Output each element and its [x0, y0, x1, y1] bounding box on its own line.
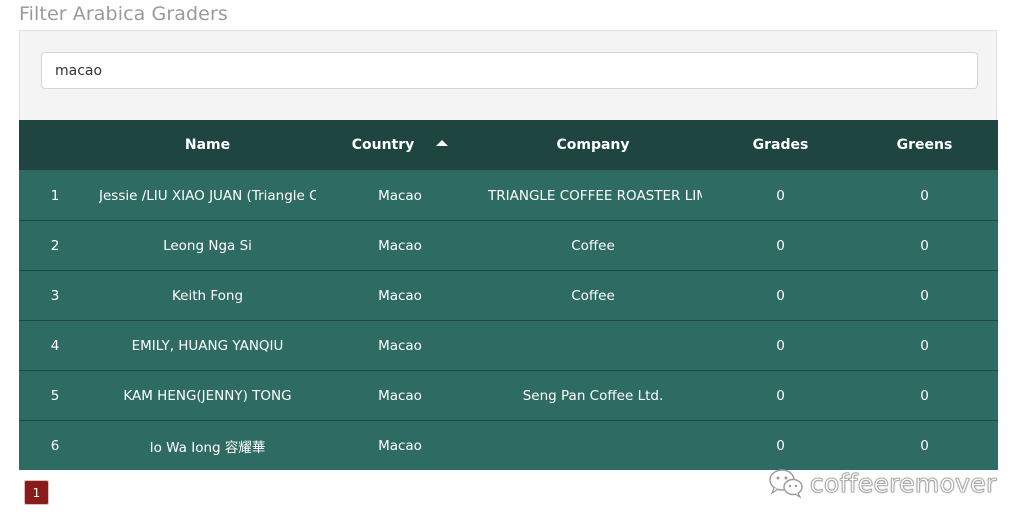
row-number: 1	[19, 170, 91, 221]
grader-company: Coffee	[476, 220, 710, 271]
column-header-grades-label: Grades	[752, 137, 809, 153]
grader-name[interactable]: KAM HENG(JENNY) TONG	[91, 370, 324, 421]
column-header-company-label: Company	[556, 137, 630, 153]
grader-greens: 0	[851, 220, 998, 271]
grader-name[interactable]: Keith Fong	[91, 270, 324, 321]
grader-country: Macao	[324, 270, 476, 321]
grader-country: Macao	[324, 370, 476, 421]
row-number: 4	[19, 320, 91, 371]
pagination: 1	[24, 480, 49, 505]
grader-company: TRIANGLE COFFEE ROASTER LIMITED	[476, 170, 710, 221]
filter-title: Filter Arabica Graders	[19, 3, 228, 25]
grader-country: Macao	[324, 170, 476, 221]
table-row[interactable]: 1 Jessie /LIU XIAO JUAN (Triangle Coffee…	[19, 170, 998, 221]
grader-grades: 0	[710, 420, 851, 470]
column-header-name[interactable]: Name	[91, 120, 324, 171]
grader-name[interactable]: Jessie /LIU XIAO JUAN (Triangle Coffee R…	[91, 170, 324, 221]
grader-greens: 0	[851, 320, 998, 371]
grader-name-text: Jessie /LIU XIAO JUAN (Triangle Coffee R…	[99, 187, 316, 204]
search-input[interactable]	[41, 52, 978, 89]
grader-company-text: TRIANGLE COFFEE ROASTER LIMITED	[488, 187, 702, 204]
grader-greens: 0	[851, 370, 998, 421]
grader-grades: 0	[710, 220, 851, 271]
graders-table-container: Name Country Company Grades Greens 1 Jes…	[19, 120, 998, 470]
grader-grades: 0	[710, 170, 851, 221]
grader-country: Macao	[324, 420, 476, 470]
column-header-name-label: Name	[184, 137, 231, 153]
grader-company: Coffee	[476, 270, 710, 321]
column-header-country[interactable]: Country	[324, 120, 476, 171]
row-number: 2	[19, 220, 91, 271]
column-header-num	[19, 120, 91, 171]
page-button-current[interactable]: 1	[24, 480, 49, 505]
grader-company	[476, 420, 710, 470]
grader-grades: 0	[710, 270, 851, 321]
grader-greens: 0	[851, 270, 998, 321]
table-header-row: Name Country Company Grades Greens	[19, 120, 998, 171]
row-number: 3	[19, 270, 91, 321]
sort-ascending-icon[interactable]	[436, 140, 449, 146]
column-header-company[interactable]: Company	[476, 120, 710, 171]
row-number: 6	[19, 420, 91, 470]
watermark: coffeeremover	[768, 467, 997, 499]
grader-company: Seng Pan Coffee Ltd.	[476, 370, 710, 421]
row-number: 5	[19, 370, 91, 421]
watermark-text: coffeeremover	[810, 468, 997, 498]
column-header-greens[interactable]: Greens	[851, 120, 998, 171]
wechat-icon	[769, 469, 803, 499]
filter-panel	[19, 30, 997, 120]
grader-company	[476, 320, 710, 371]
grader-name[interactable]: Leong Nga Si	[91, 220, 324, 271]
graders-table: Name Country Company Grades Greens 1 Jes…	[19, 120, 998, 470]
grader-country: Macao	[324, 320, 476, 371]
column-header-greens-label: Greens	[896, 137, 953, 153]
column-header-country-label: Country	[351, 137, 415, 153]
table-row[interactable]: 4 EMILY, HUANG YANQIU Macao 0 0	[19, 320, 998, 371]
table-row[interactable]: 6 Io Wa Iong 容耀華 Macao 0 0	[19, 420, 998, 470]
grader-grades: 0	[710, 320, 851, 371]
grader-grades: 0	[710, 370, 851, 421]
page: Filter Arabica Graders Name Country Comp…	[0, 0, 1016, 525]
grader-greens: 0	[851, 420, 998, 470]
table-row[interactable]: 2 Leong Nga Si Macao Coffee 0 0	[19, 220, 998, 271]
column-header-grades[interactable]: Grades	[710, 120, 851, 171]
table-row[interactable]: 3 Keith Fong Macao Coffee 0 0	[19, 270, 998, 321]
table-row[interactable]: 5 KAM HENG(JENNY) TONG Macao Seng Pan Co…	[19, 370, 998, 421]
grader-greens: 0	[851, 170, 998, 221]
grader-name[interactable]: EMILY, HUANG YANQIU	[91, 320, 324, 371]
grader-country: Macao	[324, 220, 476, 271]
grader-name[interactable]: Io Wa Iong 容耀華	[91, 420, 324, 470]
